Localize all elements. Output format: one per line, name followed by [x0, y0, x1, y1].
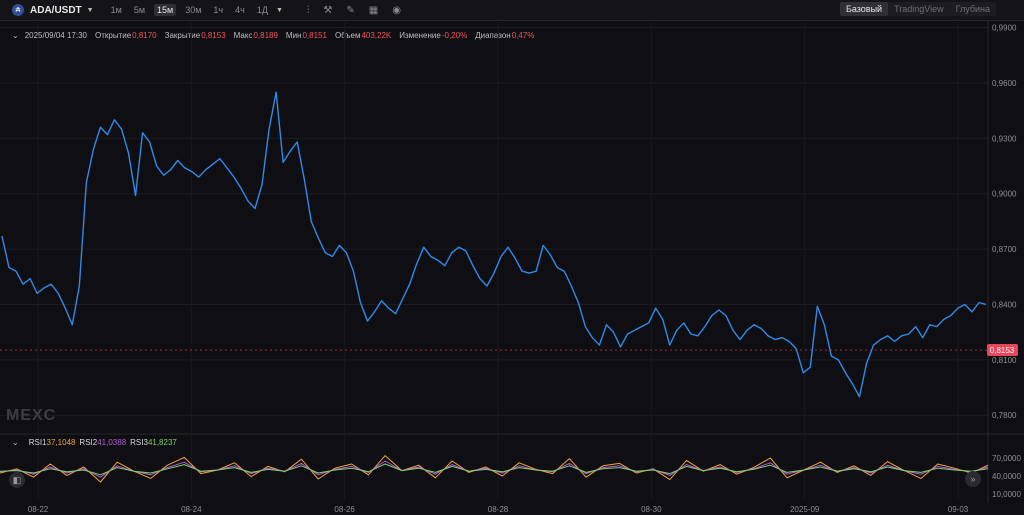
rsi3-value: 41,8237 — [147, 437, 177, 447]
rsi-collapse-chevron-icon[interactable]: ⌄ — [12, 438, 19, 447]
rsi-line-2 — [0, 460, 989, 478]
last-price-label: 0,8153 — [990, 346, 1015, 355]
price-tick-label: 0,9600 — [992, 79, 1017, 88]
mexc-watermark: MEXC — [6, 407, 57, 424]
rsi-legend: ⌄ RSI1 37,1048 RSI2 41,0388 RSI3 41,8237 — [0, 436, 177, 448]
time-tick-label: 08-22 — [28, 505, 49, 514]
price-tick-label: 0,8100 — [992, 356, 1017, 365]
chart-grid — [0, 20, 1024, 503]
price-tick-label: 0,8400 — [992, 300, 1017, 309]
time-tick-label: 08-26 — [334, 505, 355, 514]
rsi-axis: 10,0000 40,0000 70,0000 — [992, 454, 1021, 499]
rsi1-value: 37,1048 — [46, 437, 76, 447]
price-tick-label: 0,8700 — [992, 245, 1017, 254]
price-axis: 0,7800 0,8100 0,8400 0,8700 0,9000 0,9300 0,96… — [992, 24, 1017, 421]
rsi-line-1 — [0, 455, 989, 483]
price-tick-label: 0,9300 — [992, 134, 1017, 143]
time-tick-label: 08-24 — [181, 505, 202, 514]
price-tick-label: 0,9900 — [992, 24, 1017, 33]
rsi2-value: 41,0388 — [97, 437, 127, 447]
last-price-badge: 0,8153 — [0, 344, 1018, 357]
time-tick-label: 08-30 — [641, 505, 662, 514]
price-tick-label: 0,9000 — [992, 190, 1017, 199]
time-tick-label: 08-28 — [488, 505, 509, 514]
rsi-tick-label: 70,0000 — [992, 454, 1021, 463]
time-tick-label: 09-03 — [948, 505, 969, 514]
scroll-back-icon[interactable]: ◧ — [9, 472, 25, 488]
rsi1-label: RSI1 — [28, 437, 47, 447]
rsi-tick-label: 10,0000 — [992, 490, 1021, 499]
time-tick-label: 2025-09 — [790, 505, 820, 514]
rsi2-label: RSI2 — [79, 437, 98, 447]
rsi-line-3 — [0, 463, 989, 476]
time-axis: 08-22 08-24 08-26 08-28 08-30 2025-09 09-03 — [28, 505, 969, 514]
price-tick-label: 0,7800 — [992, 411, 1017, 420]
scroll-latest-icon[interactable]: » — [965, 471, 981, 487]
rsi-tick-label: 40,0000 — [992, 472, 1021, 481]
rsi-series — [0, 455, 989, 483]
rsi3-label: RSI3 — [130, 437, 148, 447]
